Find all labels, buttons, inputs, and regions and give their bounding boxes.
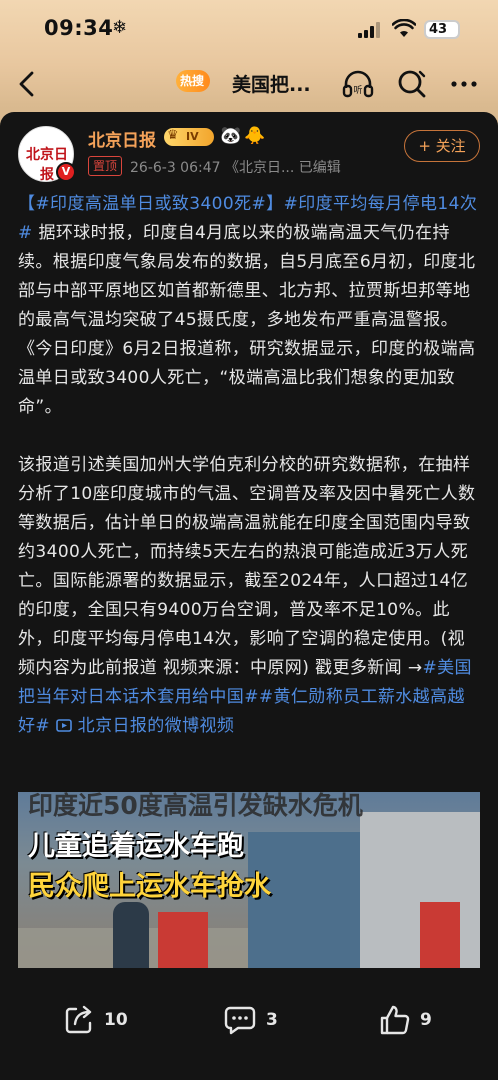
paragraph-2: 该报道引述美国加州大学伯克利分校的研究数据称，在抽样分析了10座印度城市的气温、…: [18, 451, 482, 741]
video-scene-person: [113, 902, 149, 968]
battery-icon: 43: [424, 20, 460, 39]
wifi-icon: [392, 19, 416, 37]
hot-search-badge[interactable]: 热搜: [176, 70, 211, 92]
like-button[interactable]: 9: [378, 1000, 432, 1040]
video-thumbnail[interactable]: 印度近50度高温引发缺水危机 儿童追着运水车跑 民众爬上运水车抢水: [18, 792, 480, 968]
back-button[interactable]: [10, 66, 46, 102]
listen-icon[interactable]: 听: [340, 66, 376, 102]
thumbs-up-icon: [380, 1005, 410, 1035]
paragraph-1: 【#印度高温单日或致3400死#】#印度平均每月停电14次# 据环球时报，印度自…: [18, 190, 482, 422]
share-count: 10: [104, 1010, 128, 1030]
video-scene-barrier: [158, 912, 208, 968]
hashtag-link[interactable]: 【#印度高温单日或致3400死#】: [18, 194, 284, 214]
search-icon[interactable]: [394, 66, 430, 102]
crown-icon: ♛: [167, 128, 179, 143]
status-bar: 09:34 ❄ 43: [0, 0, 498, 58]
video-caption-1: 印度近50度高温引发缺水危机: [28, 792, 363, 820]
panda-icon: 🐼: [220, 126, 242, 146]
post-body: 【#印度高温单日或致3400死#】#印度平均每月停电14次# 据环球时报，印度自…: [18, 190, 482, 741]
video-caption-2: 儿童追着运水车跑: [28, 831, 244, 862]
comment-button[interactable]: 3: [222, 1000, 278, 1040]
video-link[interactable]: 北京日报的微博视频: [56, 716, 234, 736]
level-label: IV: [186, 130, 199, 143]
share-icon: [65, 1005, 92, 1034]
pinned-badge: 置顶: [88, 156, 123, 176]
more-icon[interactable]: [446, 66, 482, 102]
status-time: 09:34: [44, 16, 114, 40]
post-meta: 26-6-3 06:47 《北京日... 已编辑: [130, 160, 341, 176]
signal-icon: [358, 22, 380, 38]
paragraph-text: 据环球时报，印度自4月底以来的极端高温天气仍在持续。根据印度气象局发布的数据，自…: [18, 223, 476, 417]
bird-icon: 🐥: [244, 126, 266, 146]
snowflake-icon: ❄: [112, 17, 128, 38]
paragraph-text: 该报道引述美国加州大学伯克利分校的研究数据称，在抽样分析了10座印度城市的气温、…: [18, 455, 476, 678]
action-bar: 10 3 9: [0, 968, 498, 1080]
like-count: 9: [420, 1010, 432, 1030]
video-scene-barrier: [420, 902, 460, 968]
video-caption-3: 民众爬上运水车抢水: [28, 871, 271, 902]
follow-button[interactable]: + 关注: [404, 130, 480, 162]
video-icon: [56, 719, 72, 732]
comment-count: 3: [266, 1010, 278, 1030]
author-name[interactable]: 北京日报: [88, 126, 156, 151]
share-button[interactable]: 10: [62, 1000, 128, 1040]
verified-badge: V: [56, 162, 76, 182]
post-card: 北京日报 V 北京日报 ♛ IV 🐼 🐥 置顶 26-6-3 06:47 《北京…: [0, 112, 498, 1080]
svg-text:听: 听: [353, 85, 362, 96]
top-nav: 热搜 美国把... 听: [0, 58, 498, 108]
video-link-label: 北京日报的微博视频: [71, 716, 235, 736]
nav-title[interactable]: 美国把...: [232, 70, 311, 97]
level-badge: ♛ IV: [164, 128, 214, 146]
battery-level: 43: [429, 22, 448, 37]
comment-icon: [224, 1006, 256, 1035]
